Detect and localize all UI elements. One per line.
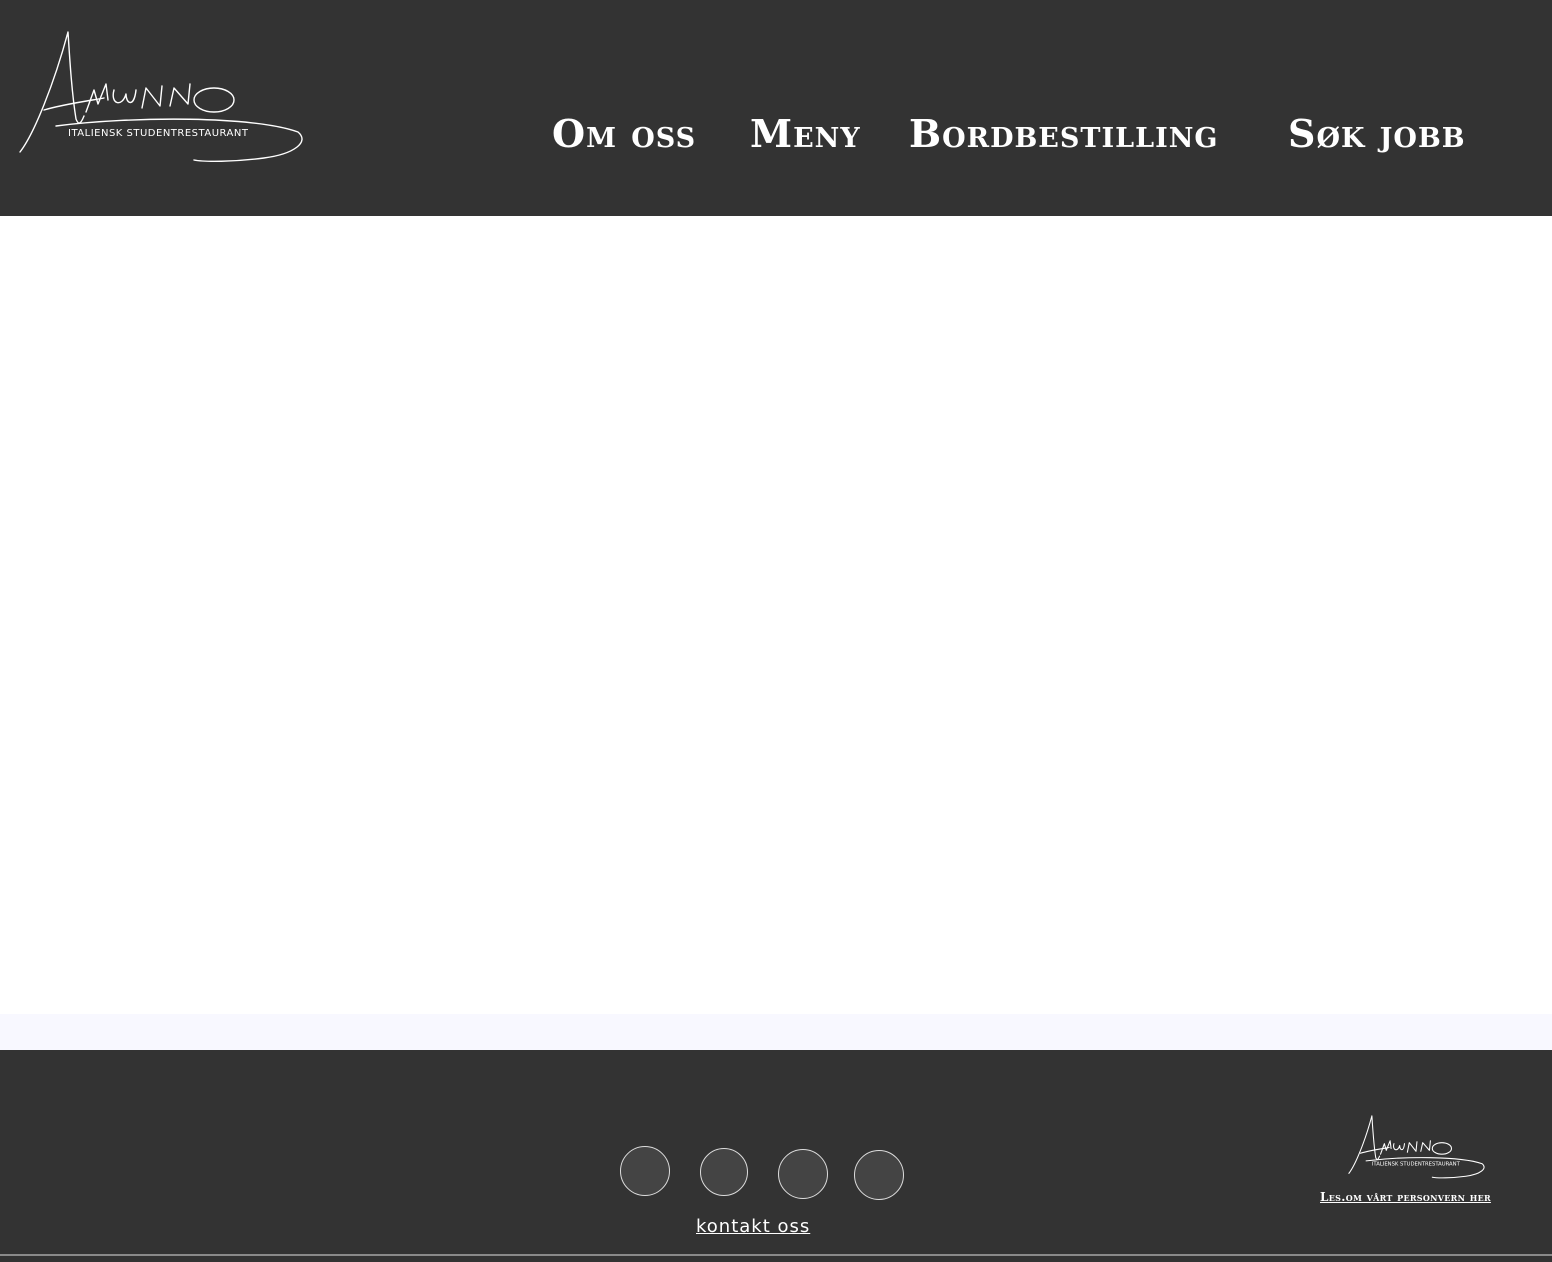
- alunno-footer-logo: ITALIENSK STUDENTRESTAURANT: [1348, 1115, 1485, 1179]
- social-icon-2[interactable]: [700, 1148, 748, 1196]
- nav-om-oss[interactable]: Om oss: [552, 108, 696, 160]
- main-content: [0, 216, 1552, 1014]
- privacy-link[interactable]: Les.om vårt personvern her: [1320, 1190, 1491, 1204]
- footer-divider: [0, 1254, 1552, 1256]
- svg-text:ITALIENSK STUDENTRESTAURANT: ITALIENSK STUDENTRESTAURANT: [1372, 1162, 1461, 1168]
- site-header: ITALIENSK STUDENTRESTAURANT Om oss Meny …: [0, 0, 1552, 216]
- nav-bordbestilling[interactable]: Bordbestilling: [909, 108, 1218, 160]
- contact-link[interactable]: kontakt oss: [696, 1216, 810, 1237]
- nav-meny[interactable]: Meny: [750, 108, 861, 160]
- social-icon-3[interactable]: [778, 1149, 828, 1199]
- site-footer: kontakt oss ITALIENSK STUDENTRESTAURANT …: [0, 1050, 1552, 1262]
- social-icon-4[interactable]: [854, 1150, 904, 1200]
- content-bottom-strip: [0, 1014, 1552, 1050]
- nav-sok-jobb[interactable]: Søk jobb: [1288, 108, 1466, 160]
- social-icon-1[interactable]: [620, 1146, 670, 1196]
- main-nav: Om oss Meny Bordbestilling Søk jobb: [0, 108, 1552, 160]
